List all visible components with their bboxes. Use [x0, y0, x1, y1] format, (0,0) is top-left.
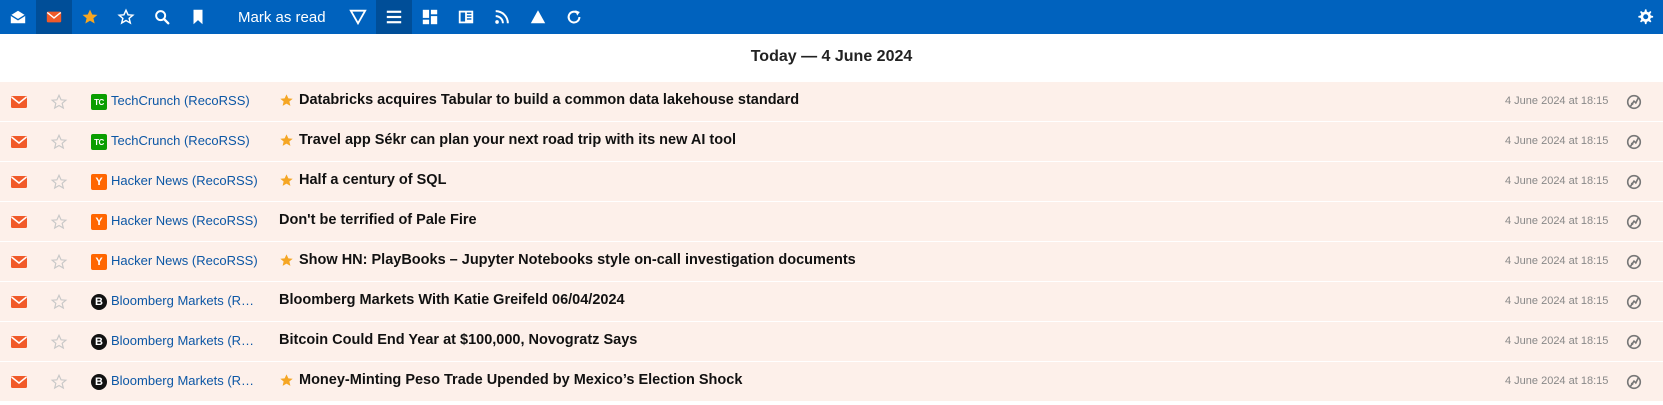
unread-mail-icon[interactable]	[10, 134, 28, 150]
unread-mail-icon[interactable]	[10, 214, 28, 230]
article-row[interactable]: Y Hacker News (RecoRSS) Don't be terrifi…	[0, 202, 1663, 242]
article-row[interactable]: Y Hacker News (RecoRSS) Show HN: PlayBoo…	[0, 242, 1663, 282]
reader-view-icon[interactable]	[448, 0, 484, 34]
article-title[interactable]: Don't be terrified of Pale Fire	[279, 212, 477, 228]
article-title-text: Travel app Sékr can plan your next road …	[299, 132, 736, 148]
article-title[interactable]: Show HN: PlayBooks – Jupyter Notebooks s…	[279, 252, 856, 268]
feed-name-link[interactable]: TechCrunch (RecoRSS)	[111, 93, 261, 108]
star-toggle-icon[interactable]	[50, 333, 68, 351]
hot-star-icon	[280, 373, 293, 386]
star-outline-icon[interactable]	[108, 0, 144, 34]
article-date: 4 June 2024 at 18:15	[1505, 335, 1609, 347]
star-toggle-icon[interactable]	[50, 373, 68, 391]
article-date: 4 June 2024 at 18:15	[1505, 95, 1609, 107]
unread-mail-icon[interactable]	[10, 334, 28, 350]
star-toggle-icon[interactable]	[50, 293, 68, 311]
article-title[interactable]: Travel app Sékr can plan your next road …	[279, 132, 736, 148]
feed-name-link[interactable]: Bloomberg Markets (RecoRSS)	[111, 333, 261, 348]
day-header: Today — 4 June 2024	[0, 34, 1663, 80]
article-title-text: Databricks acquires Tabular to build a c…	[299, 92, 800, 108]
article-date: 4 June 2024 at 18:15	[1505, 295, 1609, 307]
article-row[interactable]: B Bloomberg Markets (RecoRSS) Bitcoin Co…	[0, 322, 1663, 362]
star-toggle-icon[interactable]	[50, 213, 68, 231]
filter-icon[interactable]	[340, 0, 376, 34]
feed-name-link[interactable]: TechCrunch (RecoRSS)	[111, 133, 261, 148]
article-title-text: Bloomberg Markets With Katie Greifeld 06…	[279, 292, 625, 308]
article-title[interactable]: Half a century of SQL	[279, 172, 446, 188]
normal-view-icon[interactable]	[375, 0, 412, 34]
unread-mail-icon[interactable]	[10, 174, 28, 190]
share-icon[interactable]	[1625, 333, 1643, 351]
hot-star-icon	[280, 173, 293, 186]
settings-icon[interactable]	[1627, 0, 1663, 34]
star-toggle-icon[interactable]	[50, 253, 68, 271]
unread-mail-icon[interactable]	[10, 294, 28, 310]
article-title-text: Half a century of SQL	[299, 172, 447, 188]
unread-icon[interactable]	[36, 0, 72, 34]
feed-name-link[interactable]: Bloomberg Markets (RecoRSS)	[111, 293, 261, 308]
share-icon[interactable]	[1625, 253, 1643, 271]
article-date: 4 June 2024 at 18:15	[1505, 215, 1609, 227]
star-toggle-icon[interactable]	[50, 133, 68, 151]
mark-as-read-button[interactable]: Mark as read	[216, 0, 340, 34]
article-row[interactable]: Y Hacker News (RecoRSS) Half a century o…	[0, 162, 1663, 202]
global-view-icon[interactable]	[412, 0, 448, 34]
feed-name-link[interactable]: Hacker News (RecoRSS)	[111, 213, 261, 228]
hot-star-icon	[280, 93, 293, 106]
feed-favicon: B	[91, 334, 107, 350]
unread-mail-icon[interactable]	[10, 374, 28, 390]
starred-icon[interactable]	[72, 0, 108, 34]
share-icon[interactable]	[1625, 133, 1643, 151]
share-icon[interactable]	[1625, 93, 1643, 111]
search-icon[interactable]	[144, 0, 180, 34]
article-date: 4 June 2024 at 18:15	[1505, 255, 1609, 267]
article-row[interactable]: B Bloomberg Markets (RecoRSS) Bloomberg …	[0, 282, 1663, 322]
article-row[interactable]: B Bloomberg Markets (RecoRSS) Money-Mint…	[0, 362, 1663, 402]
article-date: 4 June 2024 at 18:15	[1505, 175, 1609, 187]
article-row[interactable]: TC TechCrunch (RecoRSS) Databricks acqui…	[0, 82, 1663, 122]
feed-name-link[interactable]: Bloomberg Markets (RecoRSS)	[111, 373, 261, 388]
article-title[interactable]: Money-Minting Peso Trade Upended by Mexi…	[279, 372, 742, 388]
article-title-text: Don't be terrified of Pale Fire	[279, 212, 477, 228]
refresh-icon[interactable]	[556, 0, 592, 34]
feed-favicon: Y	[91, 174, 107, 190]
unread-mail-icon[interactable]	[10, 94, 28, 110]
article-list: TC TechCrunch (RecoRSS) Databricks acqui…	[0, 82, 1663, 402]
feed-favicon: TC	[91, 94, 107, 110]
feed-favicon: Y	[91, 214, 107, 230]
article-row[interactable]: TC TechCrunch (RecoRSS) Travel app Sékr …	[0, 122, 1663, 162]
article-title-text: Show HN: PlayBooks – Jupyter Notebooks s…	[299, 252, 856, 268]
bookmark-icon[interactable]	[180, 0, 216, 34]
article-title[interactable]: Bloomberg Markets With Katie Greifeld 06…	[279, 292, 625, 308]
article-title-text: Money-Minting Peso Trade Upended by Mexi…	[299, 372, 743, 388]
sort-icon[interactable]	[520, 0, 556, 34]
article-title-text: Bitcoin Could End Year at $100,000, Novo…	[279, 332, 638, 348]
share-icon[interactable]	[1625, 173, 1643, 191]
article-title[interactable]: Bitcoin Could End Year at $100,000, Novo…	[279, 332, 637, 348]
share-icon[interactable]	[1625, 293, 1643, 311]
feed-favicon: B	[91, 374, 107, 390]
article-date: 4 June 2024 at 18:15	[1505, 375, 1609, 387]
article-title[interactable]: Databricks acquires Tabular to build a c…	[279, 92, 799, 108]
star-toggle-icon[interactable]	[50, 173, 68, 191]
toolbar: Mark as read	[0, 0, 1663, 34]
article-date: 4 June 2024 at 18:15	[1505, 135, 1609, 147]
star-toggle-icon[interactable]	[50, 93, 68, 111]
unread-mail-icon[interactable]	[10, 254, 28, 270]
feed-favicon: TC	[91, 134, 107, 150]
hot-star-icon	[280, 133, 293, 146]
feed-favicon: Y	[91, 254, 107, 270]
rss-icon[interactable]	[484, 0, 520, 34]
hot-star-icon	[280, 253, 293, 266]
feed-favicon: B	[91, 294, 107, 310]
read-all-icon[interactable]	[0, 0, 36, 34]
share-icon[interactable]	[1625, 213, 1643, 231]
share-icon[interactable]	[1625, 373, 1643, 391]
feed-name-link[interactable]: Hacker News (RecoRSS)	[111, 173, 261, 188]
feed-name-link[interactable]: Hacker News (RecoRSS)	[111, 253, 261, 268]
